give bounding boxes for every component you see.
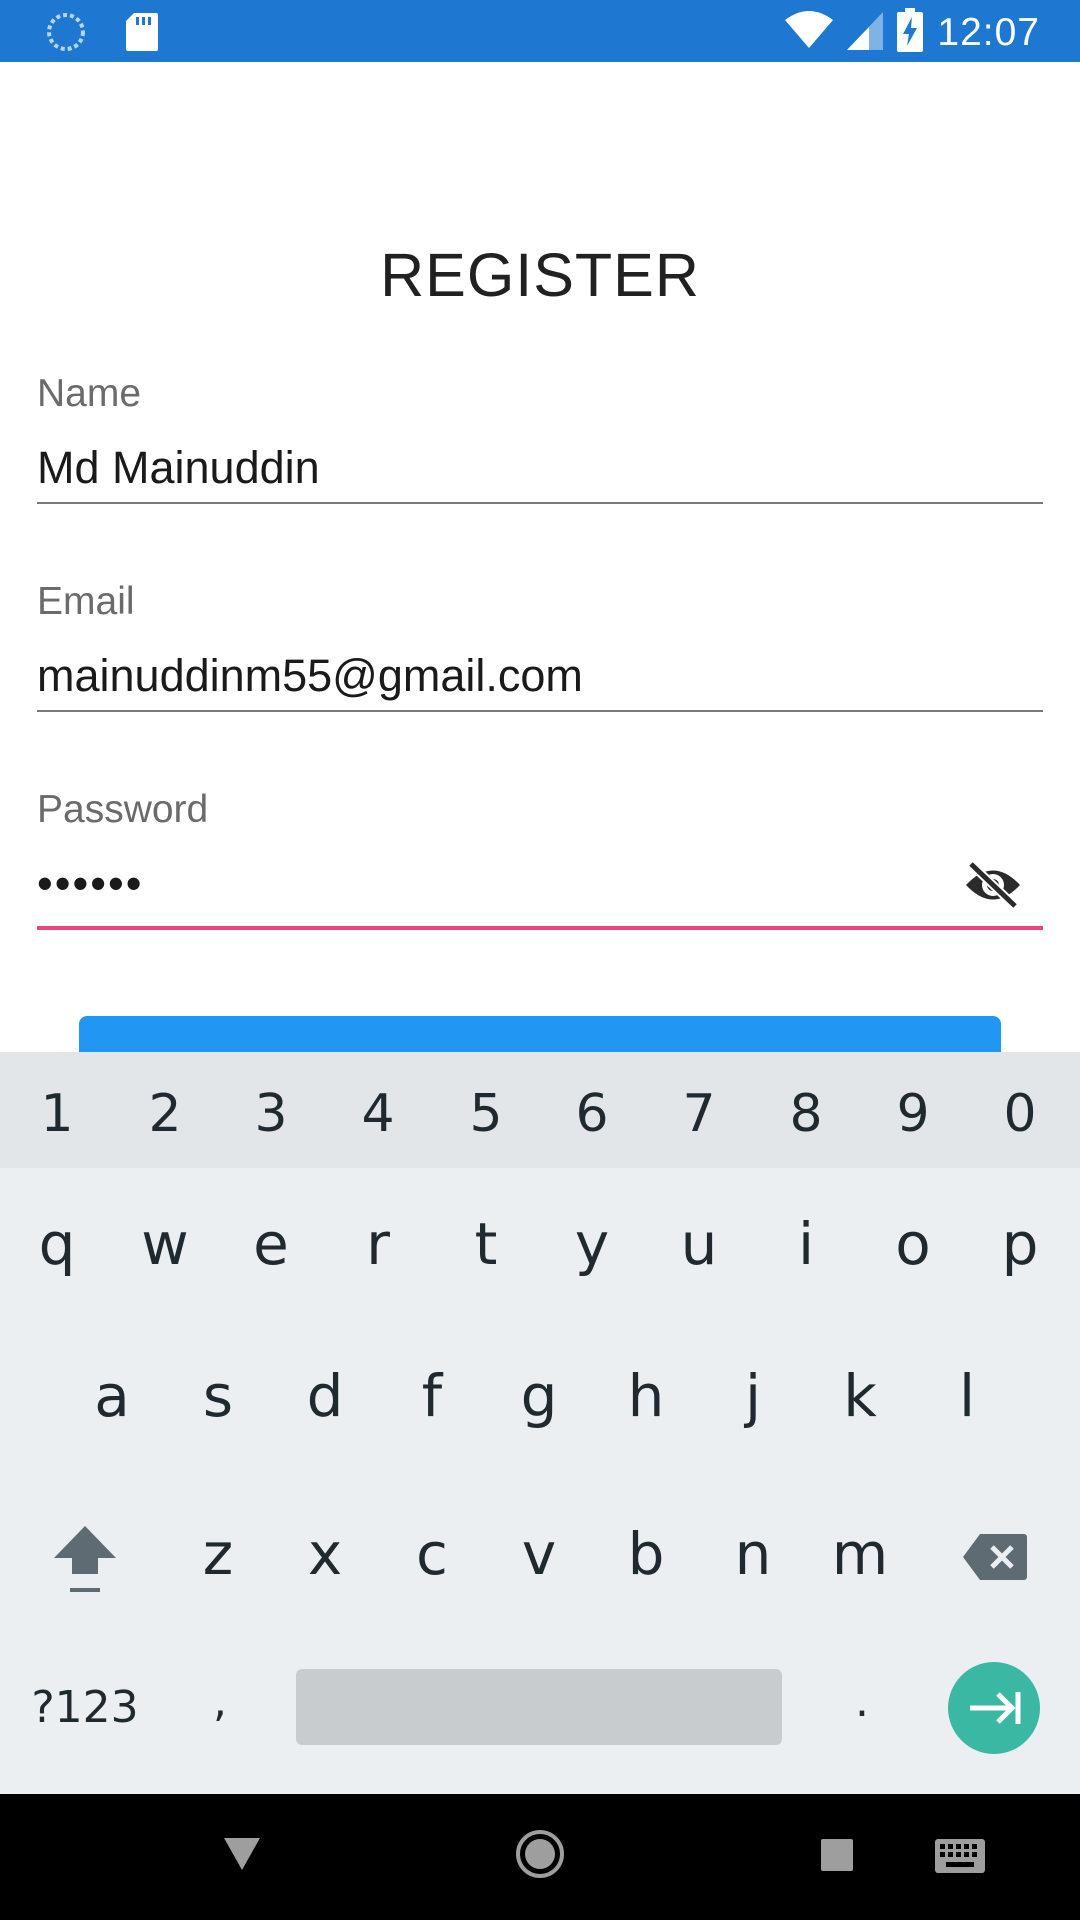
key-4[interactable]: 4 [348,1084,408,1144]
key-r[interactable]: r [338,1210,418,1278]
back-icon[interactable] [222,1836,262,1877]
key-1[interactable]: 1 [27,1084,87,1144]
key-c[interactable]: c [392,1520,472,1588]
symbols-key[interactable]: ?123 [30,1682,140,1733]
battery-charging-icon [897,8,924,57]
key-2[interactable]: 2 [135,1084,195,1144]
number-row: 1 2 3 4 5 6 7 8 9 0 [0,1052,1080,1168]
recents-icon[interactable] [820,1838,854,1877]
password-input[interactable]: •••••• [37,858,1043,916]
key-7[interactable]: 7 [669,1084,729,1144]
email-field[interactable]: Email mainuddinm55@gmail.com [37,580,1043,712]
comma-key[interactable]: , [200,1676,240,1727]
key-6[interactable]: 6 [562,1084,622,1144]
password-field[interactable]: Password •••••• [37,788,1043,930]
key-g[interactable]: g [499,1362,579,1430]
signal-icon [847,10,884,55]
loading-icon [46,12,86,57]
key-s[interactable]: s [178,1362,258,1430]
shift-key[interactable] [52,1522,118,1600]
key-m[interactable]: m [820,1520,900,1588]
tab-arrow-icon [970,1692,1021,1724]
space-key[interactable] [296,1669,782,1745]
navigation-bar [0,1794,1080,1920]
soft-keyboard: 1 2 3 4 5 6 7 8 9 0 q w e r t y u i o p … [0,1052,1080,1794]
visibility-off-icon[interactable] [963,860,1023,915]
backspace-key[interactable] [962,1532,1028,1586]
key-0[interactable]: 0 [990,1084,1050,1144]
key-8[interactable]: 8 [776,1084,836,1144]
key-k[interactable]: k [820,1362,900,1430]
name-input[interactable]: Md Mainuddin [37,442,1043,500]
key-f[interactable]: f [392,1362,472,1430]
email-input[interactable]: mainuddinm55@gmail.com [37,650,1043,708]
password-underline [37,926,1043,930]
key-e[interactable]: e [231,1210,311,1278]
status-time: 12:07 [937,10,1040,54]
key-9[interactable]: 9 [883,1084,943,1144]
key-5[interactable]: 5 [456,1084,516,1144]
key-a[interactable]: a [72,1362,152,1430]
status-bar: 12:07 [0,0,1080,62]
key-x[interactable]: x [285,1520,365,1588]
key-d[interactable]: d [285,1362,365,1430]
home-icon[interactable] [514,1828,566,1885]
wifi-icon [785,10,834,55]
period-key[interactable]: . [842,1676,882,1727]
key-q[interactable]: q [17,1210,97,1278]
key-z[interactable]: z [178,1520,258,1588]
key-u[interactable]: u [659,1210,739,1278]
key-l[interactable]: l [927,1362,1007,1430]
name-underline [37,502,1043,504]
key-j[interactable]: j [713,1362,793,1430]
key-b[interactable]: b [606,1520,686,1588]
key-n[interactable]: n [713,1520,793,1588]
key-v[interactable]: v [499,1520,579,1588]
key-t[interactable]: t [446,1210,526,1278]
key-o[interactable]: o [873,1210,953,1278]
key-p[interactable]: p [980,1210,1060,1278]
key-i[interactable]: i [766,1210,846,1278]
name-field[interactable]: Name Md Mainuddin [37,372,1043,504]
sd-card-icon [126,13,158,56]
next-key[interactable] [948,1662,1040,1754]
email-label: Email [37,580,135,623]
key-3[interactable]: 3 [241,1084,301,1144]
email-underline [37,710,1043,712]
name-label: Name [37,372,142,415]
keyboard-icon[interactable] [934,1838,986,1879]
key-w[interactable]: w [125,1210,205,1278]
key-h[interactable]: h [606,1362,686,1430]
password-label: Password [37,788,209,831]
key-y[interactable]: y [552,1210,632,1278]
page-title: REGISTER [380,241,700,309]
